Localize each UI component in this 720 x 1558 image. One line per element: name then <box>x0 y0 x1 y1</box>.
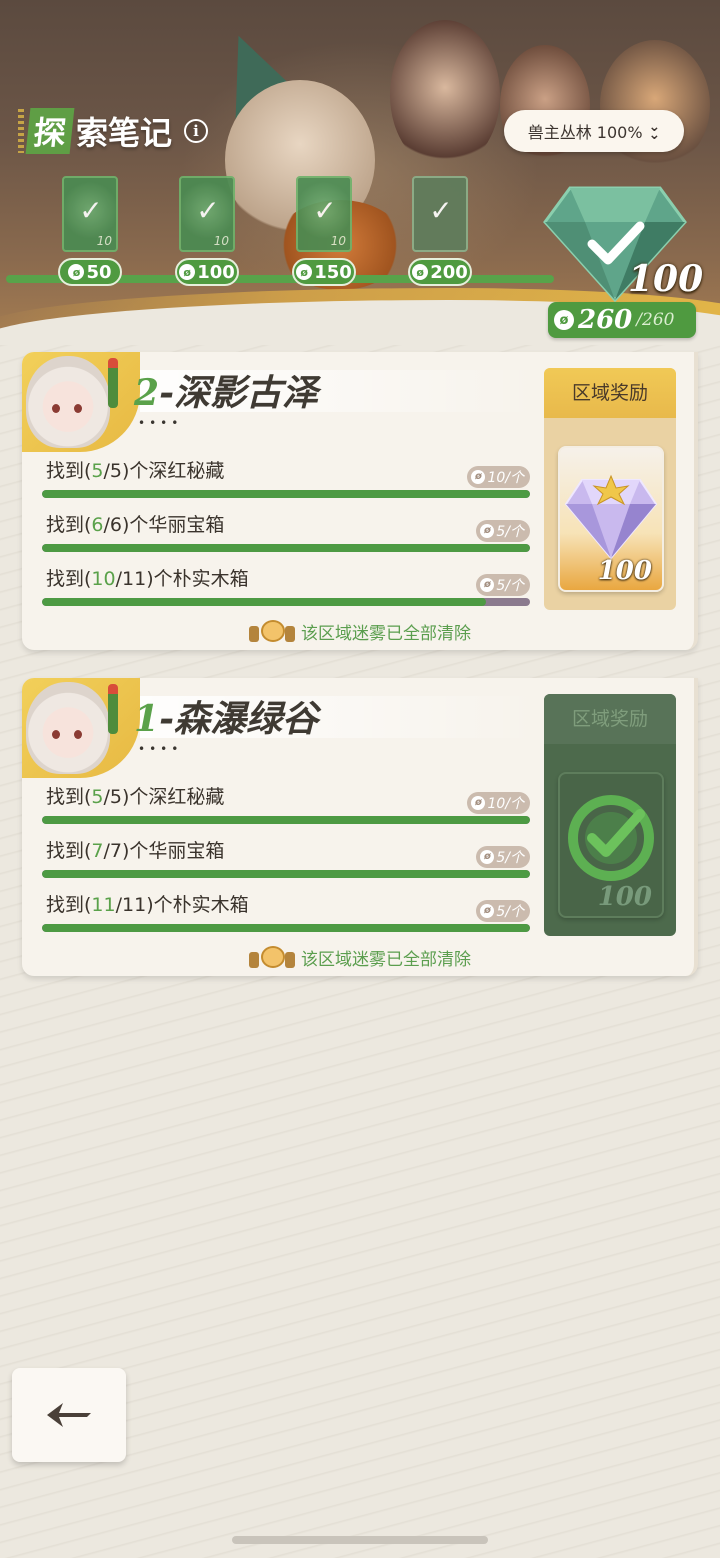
exploration-point-icon: ø <box>471 796 486 810</box>
exploration-point-icon: ø <box>412 264 429 280</box>
task-progress-bar <box>42 598 530 606</box>
zone-dots: •••• <box>138 742 183 756</box>
task-progress-bar <box>42 816 530 824</box>
task-row: 找到(7/7)个华丽宝箱 ø 5/个 <box>42 836 530 886</box>
check-icon: ✓ <box>429 194 453 227</box>
claimed-check-icon <box>568 795 654 881</box>
zone-reward-item[interactable]: 100 <box>558 772 664 918</box>
region-selector-label: 兽主丛林 100% <box>527 123 643 142</box>
page-title-first-char: 探 <box>25 108 75 154</box>
task-row: 找到(5/5)个深红秘藏 ø 10/个 <box>42 782 530 832</box>
back-arrow-icon <box>47 1403 91 1427</box>
info-icon[interactable]: i <box>184 119 209 143</box>
milestone-cost: ø 200 <box>408 258 472 286</box>
exploration-point-icon: ø <box>296 264 313 280</box>
exploration-point-icon: ø <box>179 264 196 280</box>
task-label: 找到(10/11)个朴实木箱 <box>46 568 249 590</box>
page-title-text: 索笔记 <box>76 114 173 152</box>
milestone-card: ✓ <box>412 176 468 252</box>
milestone-card: ✓ 10 <box>62 176 118 252</box>
task-label: 找到(6/6)个华丽宝箱 <box>46 514 225 536</box>
zone-avatar <box>22 352 140 452</box>
task-row: 找到(5/5)个深红秘藏 ø 10/个 <box>42 456 530 506</box>
zone-reward-value: 100 <box>597 556 652 586</box>
task-reward-badge: ø 5/个 <box>476 846 530 868</box>
task-progress-bar <box>42 870 530 878</box>
check-icon: ✓ <box>313 194 337 227</box>
zone-dots: •••• <box>138 416 183 430</box>
zone-reward-panel[interactable]: 区域奖励 100 <box>544 368 676 610</box>
task-reward-badge: ø 10/个 <box>467 792 530 814</box>
zone-reward-value: 100 <box>597 882 652 912</box>
task-progress-bar <box>42 490 530 498</box>
back-button[interactable] <box>12 1368 126 1462</box>
total-points-current: 260 <box>578 305 633 335</box>
milestone-cost: ø 150 <box>292 258 356 286</box>
exploration-point-icon: ø <box>480 524 495 538</box>
exploration-point-icon: ø <box>480 904 495 918</box>
zone-title: 2-深影古泽 <box>134 372 319 414</box>
task-reward-badge: ø 5/个 <box>476 900 530 922</box>
task-row: 找到(6/6)个华丽宝箱 ø 5/个 <box>42 510 530 560</box>
task-label: 找到(5/5)个深红秘藏 <box>46 786 225 808</box>
check-icon: ✓ <box>196 194 220 227</box>
big-gem-value: 100 <box>628 258 704 300</box>
check-icon: ✓ <box>79 194 103 227</box>
exploration-point-icon: ø <box>68 264 85 280</box>
milestone-reward[interactable]: ✓ 10 ø 150 <box>292 176 356 286</box>
total-points-counter: ø 260 /260 <box>548 302 696 338</box>
task-reward-badge: ø 5/个 <box>476 574 530 596</box>
milestone-card: ✓ 10 <box>296 176 352 252</box>
task-label: 找到(5/5)个深红秘藏 <box>46 460 225 482</box>
double-chevron-down-icon: ⌄ ⌄ <box>648 119 661 143</box>
task-label: 找到(11/11)个朴实木箱 <box>46 894 249 916</box>
task-progress-bar <box>42 924 530 932</box>
milestone-cost: ø 50 <box>58 258 122 286</box>
milestone-count: 10 <box>213 234 229 248</box>
total-points-max: /260 <box>636 310 675 330</box>
region-selector[interactable]: 兽主丛林 100% ⌄ ⌄ <box>504 110 684 152</box>
page-title: 探 索笔记 i <box>18 108 209 154</box>
task-reward-badge: ø 10/个 <box>467 466 530 488</box>
zone-reward-panel[interactable]: 区域奖励 100 <box>544 694 676 936</box>
crystal-gem-icon <box>564 474 658 560</box>
zone-avatar <box>22 678 140 778</box>
home-indicator <box>232 1536 488 1544</box>
zone-reward-item[interactable]: 100 <box>558 446 664 592</box>
task-row: 找到(11/11)个朴实木箱 ø 5/个 <box>42 890 530 940</box>
milestone-cost: ø 100 <box>175 258 239 286</box>
task-label: 找到(7/7)个华丽宝箱 <box>46 840 225 862</box>
banner-character <box>390 20 500 170</box>
fog-cleared-note: 该区域迷雾已全部清除 <box>22 944 698 970</box>
zone-reward-title: 区域奖励 <box>544 694 676 744</box>
milestone-card: ✓ 10 <box>179 176 235 252</box>
task-progress-bar <box>42 544 530 552</box>
mascot-icon <box>249 618 295 644</box>
milestone-count: 10 <box>330 234 346 248</box>
zone-card: 1-森瀑绿谷 •••• 找到(5/5)个深红秘藏 ø 10/个 找到(7/7)个华… <box>22 678 698 976</box>
milestone-reward[interactable]: ✓ 10 ø 50 <box>58 176 122 286</box>
task-row: 找到(10/11)个朴实木箱 ø 5/个 <box>42 564 530 614</box>
exploration-point-icon: ø <box>554 310 574 330</box>
milestone-reward[interactable]: ✓ 10 ø 100 <box>175 176 239 286</box>
milestone-reward[interactable]: ✓ ø 200 <box>408 176 472 286</box>
milestone-count: 10 <box>96 234 112 248</box>
exploration-point-icon: ø <box>471 470 486 484</box>
mascot-icon <box>249 944 295 970</box>
exploration-point-icon: ø <box>480 850 495 864</box>
zone-reward-title: 区域奖励 <box>544 368 676 418</box>
zone-title: 1-森瀑绿谷 <box>134 698 319 740</box>
task-reward-badge: ø 5/个 <box>476 520 530 542</box>
exploration-point-icon: ø <box>480 578 495 592</box>
fog-cleared-note: 该区域迷雾已全部清除 <box>22 618 698 644</box>
zone-card: 2-深影古泽 •••• 找到(5/5)个深红秘藏 ø 10/个 找到(6/6)个华… <box>22 352 698 650</box>
